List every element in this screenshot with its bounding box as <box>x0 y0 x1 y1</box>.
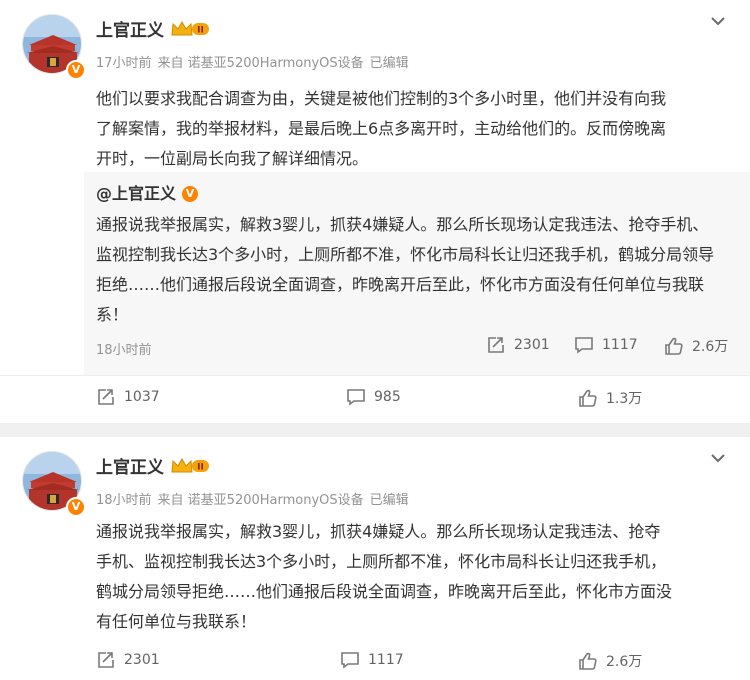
repost-text-line: 系！ <box>96 305 129 324</box>
vip-level: II <box>197 26 204 36</box>
comment-button[interactable]: 985 <box>346 388 401 406</box>
comment-icon <box>341 652 359 669</box>
comment-count: 1117 <box>602 337 638 353</box>
repost-repost-button[interactable]: 2301 <box>486 336 550 354</box>
repost-author[interactable]: @上官正义 <box>96 180 176 204</box>
like-icon <box>665 337 683 355</box>
repost-time[interactable]: 18小时前 <box>96 339 152 358</box>
repost-button[interactable]: 2301 <box>96 651 160 669</box>
repost-button[interactable]: 1037 <box>96 388 160 406</box>
post-text-line: 手机、监视控制我长达3个多小时，上厕所都不准，怀化市局科长让归还我手机， <box>96 552 667 571</box>
author-name[interactable]: 上官正义 <box>96 453 164 478</box>
edited-label[interactable]: 已编辑 <box>370 56 409 71</box>
post-source: 来自 诺基亚5200HarmonyOS设备 <box>157 56 364 71</box>
like-icon <box>579 389 597 407</box>
weibo-post-2: V 上官正义 II 18小时前 来自 诺基亚5200HarmonyOS设备 已编辑 … <box>0 437 750 680</box>
chevron-down-icon[interactable] <box>710 16 726 26</box>
repost-count: 1037 <box>124 389 160 405</box>
repost-text: 通报说我举报属实，解救3婴儿，抓获4嫌疑人。那么所长现场认定我违法、抢夺手机、 … <box>96 210 714 330</box>
vip-level: II <box>197 463 204 473</box>
repost-text-line: 监视控制我长达3个多小时，上厕所都不准，怀化市局科长让归还我手机，鹤城分局领导 <box>96 245 715 264</box>
edited-label[interactable]: 已编辑 <box>370 493 409 508</box>
post-text: 他们以要求我配合调查为由，关键是被他们控制的3个多小时里，他们并没有向我 了解案… <box>96 84 666 174</box>
comment-icon <box>347 389 365 406</box>
repost-box[interactable]: @上官正义 V 通报说我举报属实，解救3婴儿，抓获4嫌疑人。那么所长现场认定我违… <box>84 172 750 375</box>
post-text-line: 鹤城分局领导拒绝……他们通报后段说全面调查，昨晚离开后至此，怀化市方面没 <box>96 582 673 601</box>
divider <box>0 375 750 376</box>
like-count: 2.6万 <box>692 339 729 355</box>
like-icon <box>579 652 597 670</box>
post-text-line: 了解案情，我的举报材料，是最后晚上6点多离开时，主动给他们的。反而傍晚离 <box>96 119 667 138</box>
repost-comment-button[interactable]: 1117 <box>574 336 638 354</box>
repost-icon <box>98 652 114 668</box>
repost-like-button[interactable]: 2.6万 <box>664 336 728 356</box>
comment-count: 1117 <box>368 652 404 668</box>
repost-text-line: 通报说我举报属实，解救3婴儿，抓获4嫌疑人。那么所长现场认定我违法、抢夺手机、 <box>96 215 709 234</box>
verified-badge-icon: V <box>66 60 86 80</box>
repost-text-line: 拒绝……他们通报后段说全面调查，昨晚离开后至此，怀化市方面没有任何单位与我联 <box>96 275 705 294</box>
comment-count: 985 <box>374 389 401 405</box>
crown-vip-badge-icon[interactable]: II <box>170 457 210 475</box>
like-button[interactable]: 1.3万 <box>578 388 642 408</box>
post-meta: 18小时前 来自 诺基亚5200HarmonyOS设备 已编辑 <box>96 489 415 508</box>
post-text-line: 他们以要求我配合调查为由，关键是被他们控制的3个多小时里，他们并没有向我 <box>96 89 667 108</box>
crown-vip-badge-icon[interactable]: II <box>170 20 210 38</box>
repost-count: 2301 <box>514 337 550 353</box>
verified-badge-icon: V <box>66 497 86 517</box>
post-text: 通报说我举报属实，解救3婴儿，抓获4嫌疑人。那么所长现场认定我违法、抢夺 手机、… <box>96 517 672 637</box>
repost-icon <box>98 389 114 405</box>
like-count: 2.6万 <box>606 654 643 670</box>
post-text-line: 有任何单位与我联系！ <box>96 612 257 631</box>
chevron-down-icon[interactable] <box>710 453 726 463</box>
post-meta: 17小时前 来自 诺基亚5200HarmonyOS设备 已编辑 <box>96 52 415 71</box>
comment-icon <box>575 337 593 354</box>
verified-v-icon: V <box>182 186 198 202</box>
like-count: 1.3万 <box>606 391 643 407</box>
repost-icon <box>488 337 504 353</box>
post-time[interactable]: 17小时前 <box>96 56 152 71</box>
post-text-line: 通报说我举报属实，解救3婴儿，抓获4嫌疑人。那么所长现场认定我违法、抢夺 <box>96 522 661 541</box>
post-time[interactable]: 18小时前 <box>96 493 152 508</box>
like-button[interactable]: 2.6万 <box>578 651 642 671</box>
comment-button[interactable]: 1117 <box>340 651 404 669</box>
post-source: 来自 诺基亚5200HarmonyOS设备 <box>157 493 364 508</box>
author-name[interactable]: 上官正义 <box>96 16 164 41</box>
post-text-line: 开时，一位副局长向我了解详细情况。 <box>96 149 369 168</box>
weibo-post-1: V 上官正义 II 17小时前 来自 诺基亚5200HarmonyOS设备 已编辑 … <box>0 0 750 423</box>
repost-count: 2301 <box>124 652 160 668</box>
